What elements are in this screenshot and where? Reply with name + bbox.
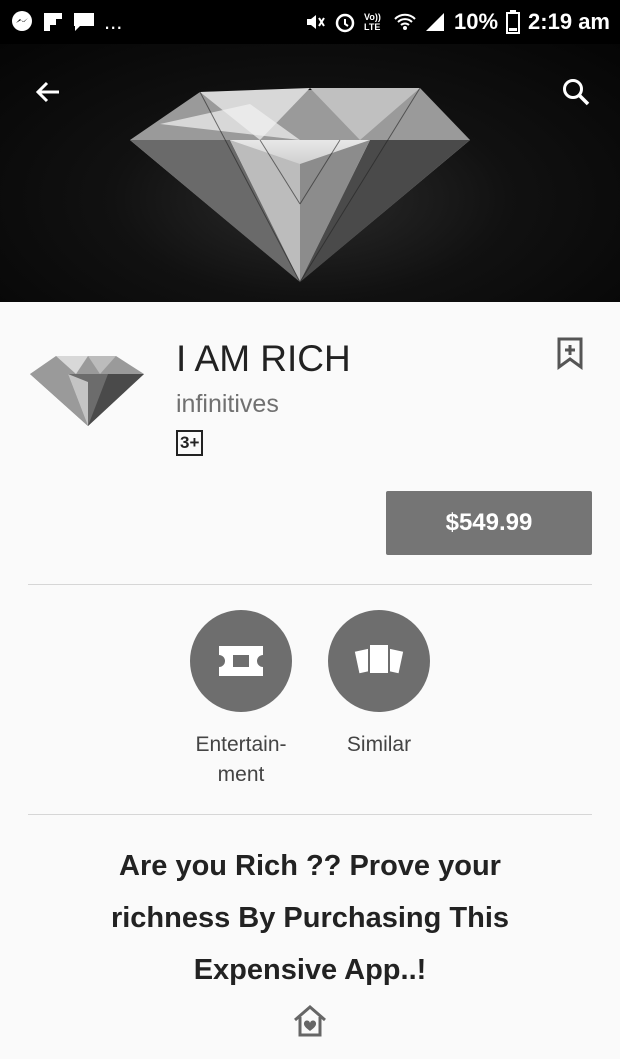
more-notifications-indicator: ...: [104, 9, 123, 34]
divider: [28, 814, 592, 815]
clock: 2:19 am: [528, 9, 610, 34]
battery-icon: [506, 10, 521, 34]
developer-link[interactable]: infinitives: [176, 390, 279, 419]
cards-icon: [354, 643, 404, 675]
divider: [28, 584, 592, 585]
back-button[interactable]: [26, 70, 70, 114]
app-title: I AM RICH: [176, 338, 351, 379]
status-bar: ... Vo)) LTE 10% 2:19 am: [0, 0, 620, 44]
back-icon: [35, 81, 59, 103]
hero-banner: [0, 44, 620, 302]
category-label-text: Entertain- ment: [195, 733, 287, 786]
app-details-card: I AM RICH infinitives 3+ $549.99 Enterta…: [0, 302, 620, 1059]
alarm-icon: [335, 13, 355, 33]
flipboard-icon: [44, 13, 62, 31]
search-icon: [563, 79, 590, 106]
app-icon: [30, 356, 144, 426]
bookmark-add-icon: [557, 337, 583, 370]
similar-button[interactable]: [328, 610, 430, 712]
wishlist-button[interactable]: [556, 336, 584, 375]
network-label: Vo)) LTE: [364, 12, 381, 32]
chat-icon: [74, 13, 94, 31]
notification-icons: ...: [10, 9, 122, 35]
signal-icon: [426, 13, 444, 31]
diamond-banner-image: [130, 87, 470, 283]
similar-label[interactable]: Similar: [330, 730, 428, 760]
mute-icon: [307, 15, 325, 29]
home-icon: [294, 1005, 326, 1037]
messenger-icon: [12, 11, 32, 31]
category-label[interactable]: Entertain- ment: [186, 730, 296, 790]
app-description: Are you Rich ?? Prove your richness By P…: [110, 850, 510, 986]
system-icons: Vo)) LTE 10% 2:19 am: [304, 9, 610, 35]
search-button[interactable]: [554, 70, 598, 114]
wifi-icon: [394, 13, 416, 30]
content-rating-badge: 3+: [176, 430, 204, 456]
category-button[interactable]: [190, 610, 292, 712]
battery-percent: 10%: [454, 9, 499, 34]
buy-button[interactable]: $549.99: [386, 491, 592, 555]
ticket-icon: [219, 646, 263, 676]
